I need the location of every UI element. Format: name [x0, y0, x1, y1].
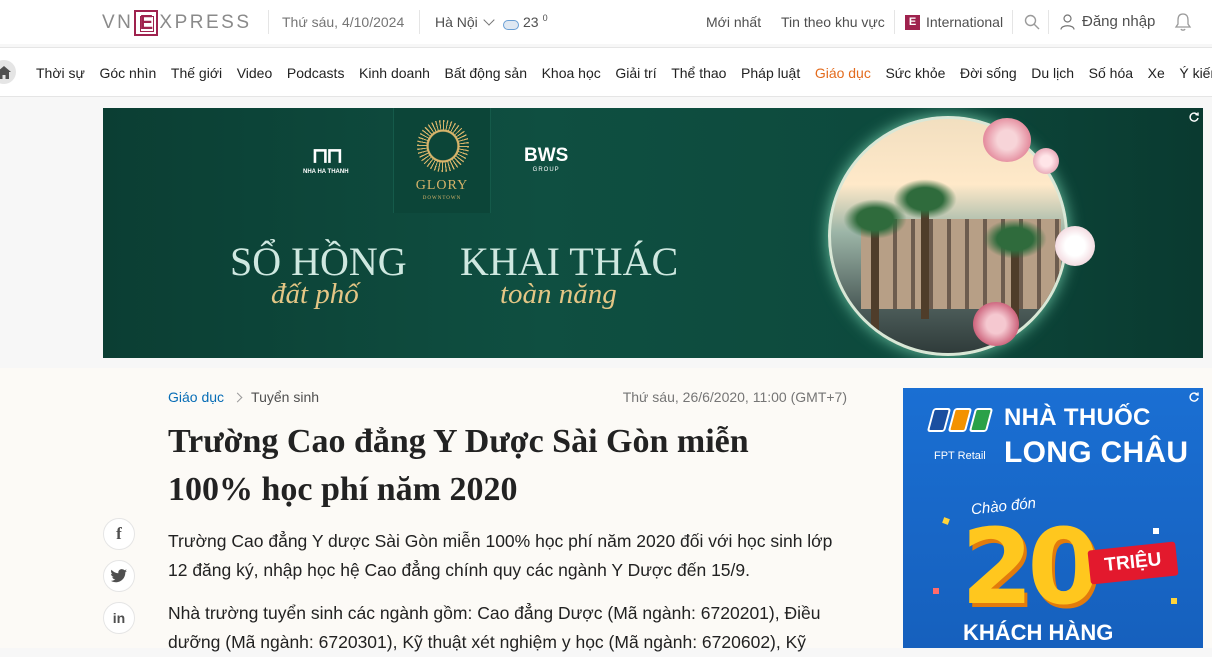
- flower-decoration: [983, 118, 1031, 162]
- category-link[interactable]: Bất động sản: [444, 65, 527, 81]
- search-icon[interactable]: [1024, 14, 1040, 30]
- flower-decoration: [1055, 226, 1095, 266]
- logo-vn: VN: [102, 12, 134, 33]
- palm-tree: [843, 199, 907, 339]
- category-link[interactable]: Kinh doanh: [359, 65, 430, 81]
- category-link[interactable]: Du lịch: [1031, 65, 1074, 81]
- category-link[interactable]: Thời sự: [36, 65, 85, 81]
- glory-sub: DOWNTOWN: [422, 196, 462, 201]
- category-list: Thời sự Góc nhìn Thế giới Video Podcasts Kinh…: [36, 65, 1212, 81]
- ad-refresh-icon[interactable]: [1188, 391, 1200, 403]
- side-ad-line2: LONG CHÂU: [1004, 436, 1189, 469]
- divider: [894, 10, 895, 34]
- top-header: VN E XPRESS Thứ sáu, 4/10/2024 Hà Nội 23…: [0, 0, 1212, 44]
- fpt-retail-logo: [926, 408, 994, 434]
- banner-ad[interactable]: ⊓⊓ NHA HA THANH GLORY DOWNTOWN BWS GROUP…: [103, 108, 1203, 358]
- divider: [1048, 10, 1049, 34]
- divider: [268, 10, 269, 34]
- article-title: Trường Cao đẳng Y Dược Sài Gòn miễn 100%…: [168, 423, 749, 508]
- sunburst-icon: [417, 120, 469, 172]
- linkedin-icon: in: [112, 610, 126, 626]
- latest-news-link[interactable]: Mới nhất: [706, 14, 761, 30]
- category-link[interactable]: Thế giới: [171, 65, 222, 81]
- category-link[interactable]: Sức khỏe: [885, 65, 945, 81]
- article-date: Thứ sáu, 26/6/2020, 11:00 (GMT+7): [622, 389, 847, 405]
- confetti-decoration: [1153, 528, 1159, 534]
- fpt-logo-block: [968, 408, 994, 432]
- banner-scene-image: [828, 116, 1068, 356]
- chevron-right-icon: [232, 392, 243, 402]
- side-ad-line1: NHÀ THUỐC: [1004, 404, 1151, 431]
- category-link[interactable]: Góc nhìn: [99, 65, 156, 81]
- local-news-link[interactable]: Tin theo khu vực: [781, 14, 885, 30]
- ad-refresh-icon[interactable]: [1188, 111, 1200, 123]
- flower-decoration: [973, 302, 1019, 346]
- home-button[interactable]: [0, 60, 16, 84]
- bell-icon[interactable]: [1174, 12, 1192, 32]
- breadcrumb-admissions[interactable]: Tuyển sinh: [251, 389, 319, 405]
- glory-name: GLORY: [415, 178, 469, 193]
- weather-widget[interactable]: 23 0: [503, 13, 548, 30]
- location-label: Hà Nội: [435, 14, 478, 30]
- bws-name: BWS: [524, 145, 569, 166]
- international-label: International: [926, 14, 1004, 30]
- article-lead: Trường Cao đẳng Y dược Sài Gòn miễn 100%…: [168, 531, 833, 580]
- flower-decoration: [1033, 148, 1059, 174]
- palm-tree: [893, 179, 957, 319]
- login-label: Đăng nhập: [1082, 13, 1156, 30]
- user-icon: [1060, 13, 1075, 30]
- category-link[interactable]: Podcasts: [287, 65, 345, 81]
- logo-e: E: [134, 10, 159, 36]
- facebook-icon: f: [116, 524, 122, 543]
- category-link[interactable]: Video: [237, 65, 273, 81]
- vnexpress-logo[interactable]: VN E XPRESS: [102, 10, 252, 36]
- partly-cloudy-icon: [503, 15, 519, 30]
- confetti-decoration: [942, 517, 950, 525]
- side-ad-number: 20: [961, 506, 1100, 628]
- category-link[interactable]: Ý kiến: [1179, 65, 1212, 81]
- home-icon: [0, 65, 11, 79]
- divider: [1012, 10, 1013, 34]
- category-link[interactable]: Xe: [1148, 65, 1165, 81]
- article-paragraph: Nhà trường tuyển sinh các ngành gồm: Cao…: [168, 603, 821, 652]
- share-linkedin-button[interactable]: in: [103, 602, 135, 634]
- location-selector[interactable]: Hà Nội: [435, 14, 495, 30]
- confetti-decoration: [1171, 598, 1177, 604]
- bws-sub: GROUP: [532, 167, 560, 173]
- nha-ha-thanh-logo: ⊓⊓ NHA HA THANH: [303, 144, 349, 175]
- brand-left-label: NHA HA THANH: [303, 169, 349, 175]
- category-link[interactable]: Pháp luật: [741, 65, 800, 81]
- share-facebook-button[interactable]: f: [103, 518, 135, 550]
- fpt-retail-label: FPT Retail: [934, 450, 986, 462]
- temperature: 23: [523, 14, 539, 30]
- category-link[interactable]: Giải trí: [615, 65, 656, 81]
- category-nav: Thời sự Góc nhìn Thế giới Video Podcasts Kinh…: [0, 47, 1212, 97]
- confetti-decoration: [933, 588, 939, 594]
- category-link[interactable]: Giáo dục: [815, 65, 871, 81]
- category-link[interactable]: Khoa học: [542, 65, 601, 81]
- side-ad[interactable]: FPT Retail NHÀ THUỐC LONG CHÂU Chào đón …: [903, 388, 1203, 648]
- bws-logo: BWS GROUP: [524, 145, 568, 173]
- chevron-down-icon: [483, 14, 495, 26]
- international-e-icon: E: [905, 14, 920, 30]
- category-link[interactable]: Đời sống: [960, 65, 1017, 81]
- logo-xpress: XPRESS: [159, 12, 252, 33]
- banner-subline-1: đất phố: [271, 278, 359, 310]
- twitter-icon: [111, 569, 127, 583]
- share-twitter-button[interactable]: [103, 560, 135, 592]
- login-button[interactable]: Đăng nhập: [1060, 13, 1155, 30]
- divider: [419, 10, 420, 34]
- temperature-unit: 0: [542, 13, 548, 23]
- banner-subline-2: toàn năng: [500, 278, 617, 310]
- breadcrumb-education[interactable]: Giáo dục: [168, 389, 224, 405]
- side-ad-bottom: KHÁCH HÀNG: [963, 620, 1114, 645]
- category-link[interactable]: Thể thao: [671, 65, 726, 81]
- side-ad-unit: TRIỆU: [1087, 541, 1179, 585]
- glory-logo: GLORY DOWNTOWN: [393, 178, 491, 201]
- nha-ha-thanh-mark: ⊓⊓: [311, 144, 343, 169]
- current-date: Thứ sáu, 4/10/2024: [282, 14, 405, 30]
- category-link[interactable]: Số hóa: [1089, 65, 1133, 81]
- breadcrumb: Giáo dục Tuyển sinh: [168, 389, 319, 405]
- international-link[interactable]: E International: [905, 14, 1003, 30]
